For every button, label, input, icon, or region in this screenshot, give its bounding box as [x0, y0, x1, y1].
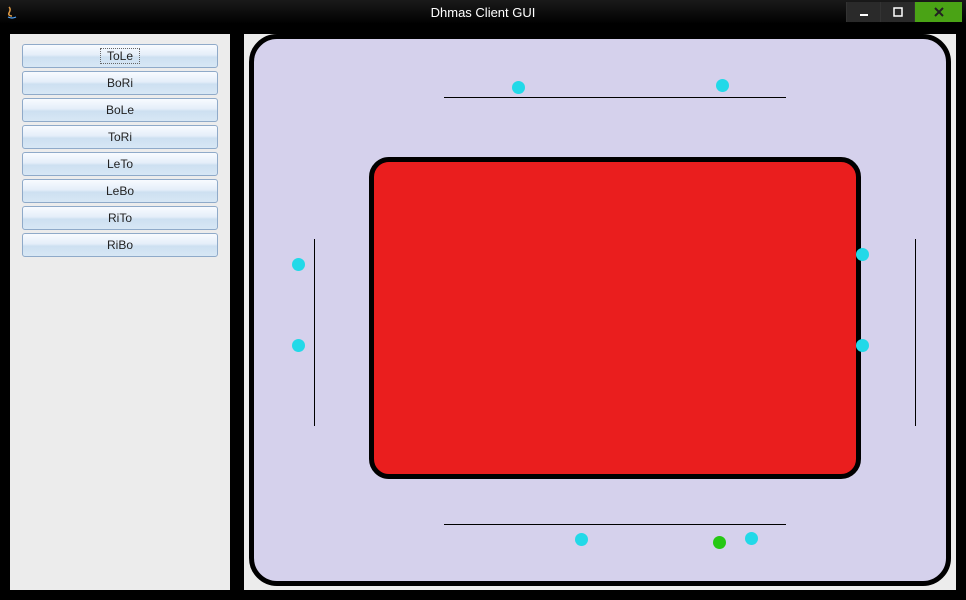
canvas-panel [244, 34, 956, 590]
right-line [915, 239, 916, 426]
left-line [314, 239, 315, 426]
button-panel: ToLe BoRi BoLe ToRi LeTo LeBo RiTo RiBo [10, 34, 230, 590]
leto-button[interactable]: LeTo [22, 152, 218, 176]
left-lower-dot [292, 339, 305, 352]
content-frame: ToLe BoRi BoLe ToRi LeTo LeBo RiTo RiBo [0, 24, 966, 600]
bori-button[interactable]: BoRi [22, 71, 218, 95]
bottom-line [444, 524, 786, 525]
titlebar: Dhmas Client GUI [0, 0, 966, 24]
rito-button[interactable]: RiTo [22, 206, 218, 230]
bole-button[interactable]: BoLe [22, 98, 218, 122]
maximize-button[interactable] [880, 2, 914, 22]
outer-box [249, 34, 951, 586]
ribo-button[interactable]: RiBo [22, 233, 218, 257]
left-upper-dot [292, 258, 305, 271]
bottom-left-dot [575, 533, 588, 546]
window-controls [846, 2, 962, 22]
bottom-right-dot [745, 532, 758, 545]
close-button[interactable] [914, 2, 962, 22]
top-right-dot [716, 79, 729, 92]
top-left-dot [512, 81, 525, 94]
right-upper-dot [856, 248, 869, 261]
inner-box [369, 157, 861, 479]
lebo-button[interactable]: LeBo [22, 179, 218, 203]
java-icon [4, 4, 20, 20]
window-title: Dhmas Client GUI [431, 5, 536, 20]
minimize-button[interactable] [846, 2, 880, 22]
tole-button[interactable]: ToLe [22, 44, 218, 68]
bottom-green-dot [713, 536, 726, 549]
top-line [444, 97, 786, 98]
right-lower-dot [856, 339, 869, 352]
tori-button[interactable]: ToRi [22, 125, 218, 149]
